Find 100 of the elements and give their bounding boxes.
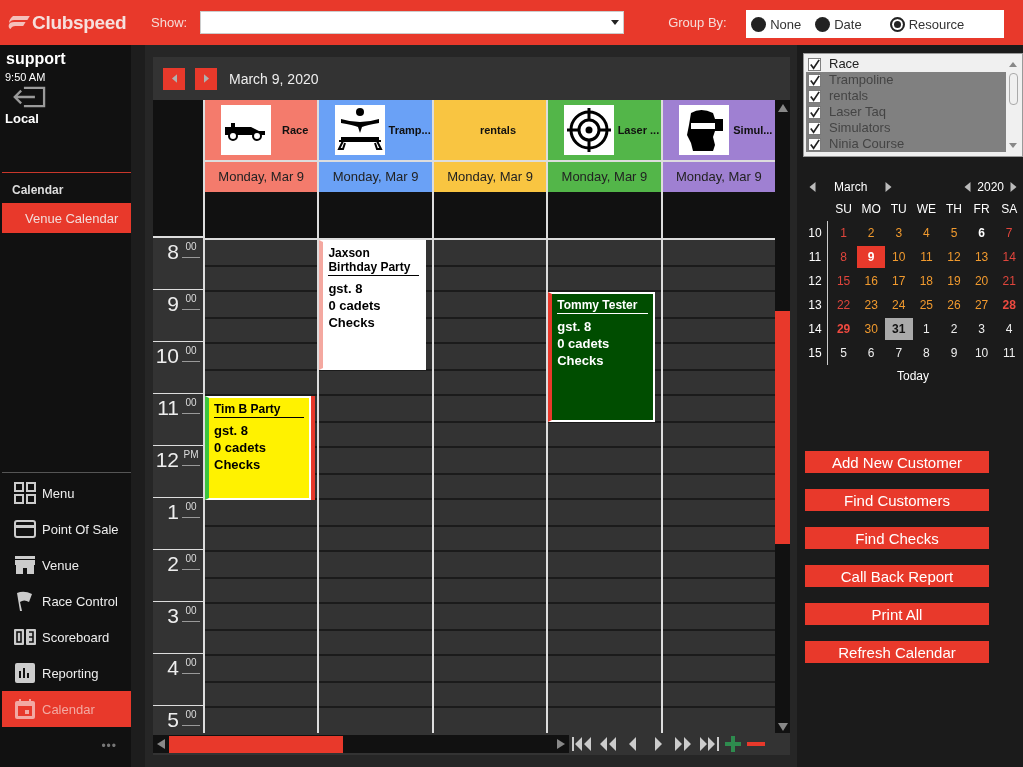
calendar-day[interactable]: 8 bbox=[912, 342, 941, 364]
resource-header[interactable]: Laser ... bbox=[548, 100, 661, 162]
event-card[interactable]: Tim B Party gst. 8 0 cadets Checks bbox=[205, 396, 312, 500]
group-radio[interactable]: Resource bbox=[889, 16, 965, 32]
resource-header[interactable]: Simul... bbox=[662, 100, 776, 162]
calendar-day[interactable]: 6 bbox=[967, 222, 996, 244]
calendar-day[interactable]: 7 bbox=[995, 222, 1023, 244]
calendar-day[interactable]: 24 bbox=[885, 294, 913, 316]
calendar-day[interactable]: 13 bbox=[967, 246, 996, 268]
scroll-up-icon[interactable] bbox=[1009, 62, 1017, 67]
fast-forward-icon[interactable] bbox=[672, 736, 694, 752]
group-radio[interactable]: Date bbox=[815, 16, 862, 32]
nav-item[interactable]: Point Of Sale bbox=[2, 511, 131, 547]
calendar-day[interactable]: 16 bbox=[857, 270, 885, 292]
next-month-icon[interactable] bbox=[885, 182, 893, 192]
calendar-day[interactable]: 3 bbox=[885, 222, 913, 244]
calendar-day[interactable]: 5 bbox=[829, 342, 858, 364]
previous-year-icon[interactable] bbox=[964, 182, 972, 192]
calendar-day[interactable]: 1 bbox=[912, 318, 941, 340]
minute-label: 00 bbox=[182, 396, 200, 414]
resource-header[interactable]: Tramp... bbox=[319, 100, 432, 162]
calendar-day[interactable]: 12 bbox=[940, 246, 968, 268]
action-button[interactable]: Find Customers bbox=[805, 489, 989, 511]
checkbox[interactable] bbox=[808, 137, 821, 151]
calendar-day[interactable]: 11 bbox=[995, 342, 1023, 364]
calendar-day[interactable]: 11 bbox=[912, 246, 941, 268]
calendar-day[interactable]: 22 bbox=[829, 294, 858, 316]
calendar-day[interactable]: 9 bbox=[940, 342, 968, 364]
scroll-left-icon[interactable] bbox=[157, 739, 165, 749]
resource-header[interactable]: rentals bbox=[433, 100, 547, 162]
plus-icon[interactable] bbox=[724, 735, 742, 753]
calendar-day[interactable]: 10 bbox=[885, 246, 913, 268]
calendar-day[interactable]: 31 bbox=[885, 318, 913, 340]
checkbox[interactable] bbox=[808, 89, 821, 103]
nav-item[interactable]: Race Control bbox=[2, 583, 131, 619]
checkbox[interactable] bbox=[808, 57, 821, 71]
calendar-day[interactable]: 26 bbox=[940, 294, 968, 316]
checkbox[interactable] bbox=[808, 121, 821, 135]
previous-month-icon[interactable] bbox=[809, 182, 816, 192]
scroll-right-icon[interactable] bbox=[557, 739, 565, 749]
calendar-day[interactable]: 17 bbox=[885, 270, 913, 292]
calendar-day[interactable]: 2 bbox=[940, 318, 968, 340]
event-card[interactable]: Jaxson Birthday Party gst. 8 0 cadets Checks bbox=[319, 240, 426, 370]
nav-item[interactable]: Menu bbox=[2, 475, 131, 511]
calendar-day[interactable]: 27 bbox=[967, 294, 996, 316]
calendar-day[interactable]: 1 bbox=[829, 222, 858, 244]
calendar-day[interactable]: 8 bbox=[829, 246, 858, 268]
more-button[interactable]: ••• bbox=[0, 727, 131, 767]
calendar-day[interactable]: 23 bbox=[857, 294, 885, 316]
horizontal-scrollbar[interactable] bbox=[153, 735, 569, 753]
calendar-day[interactable]: 25 bbox=[912, 294, 941, 316]
action-button[interactable]: Call Back Report bbox=[805, 565, 989, 587]
resource-name: Tramp... bbox=[387, 124, 432, 136]
first-icon[interactable] bbox=[572, 736, 594, 752]
action-button[interactable]: Find Checks bbox=[805, 527, 989, 549]
checkbox[interactable] bbox=[808, 73, 821, 87]
today-button[interactable]: Today bbox=[803, 369, 1023, 383]
calendar-day[interactable]: 21 bbox=[995, 270, 1023, 292]
nav-item[interactable]: Venue bbox=[2, 547, 131, 583]
scrollbar-thumb[interactable] bbox=[1008, 73, 1018, 105]
calendar-day[interactable]: 4 bbox=[995, 318, 1023, 340]
nav-item[interactable]: Scoreboard bbox=[2, 619, 131, 655]
action-button[interactable]: Add New Customer bbox=[805, 451, 989, 473]
calendar-day[interactable]: 6 bbox=[857, 342, 885, 364]
minute-label: 00 bbox=[182, 500, 200, 518]
calendar-day[interactable]: 20 bbox=[967, 270, 996, 292]
calendar-day[interactable]: 4 bbox=[912, 222, 941, 244]
calendar-day[interactable]: 3 bbox=[967, 318, 996, 340]
calendar-day[interactable]: 15 bbox=[829, 270, 858, 292]
column-date: Monday, Mar 9 bbox=[205, 162, 318, 192]
nav-item[interactable]: Reporting bbox=[2, 655, 131, 691]
calendar-day[interactable]: 29 bbox=[829, 318, 858, 340]
resource-header[interactable]: Race bbox=[205, 100, 318, 162]
calendar-day[interactable]: 5 bbox=[940, 222, 968, 244]
scroll-down-icon[interactable] bbox=[1009, 143, 1017, 148]
group-radio[interactable]: None bbox=[751, 16, 802, 32]
resource-name: Simul... bbox=[732, 124, 774, 136]
previous-day-button[interactable] bbox=[163, 67, 185, 90]
checkbox[interactable] bbox=[808, 105, 821, 119]
next-day-button[interactable] bbox=[195, 67, 217, 90]
resource-list-item[interactable]: Race bbox=[806, 56, 1006, 72]
hour-label: 5 bbox=[167, 708, 179, 733]
calendar-day[interactable]: 14 bbox=[995, 246, 1023, 268]
action-button[interactable]: Print All bbox=[805, 603, 989, 625]
calendar-day[interactable]: 7 bbox=[885, 342, 913, 364]
next-year-icon[interactable] bbox=[1010, 182, 1017, 192]
calendar-day[interactable]: 28 bbox=[995, 294, 1023, 316]
calendar-day[interactable]: 2 bbox=[857, 222, 885, 244]
chart-icon bbox=[14, 662, 36, 684]
calendar-day[interactable]: 30 bbox=[857, 318, 885, 340]
event-detail: gst. 8 bbox=[214, 422, 249, 439]
calendar-day[interactable]: 9 bbox=[857, 246, 885, 268]
hour-label: 10 bbox=[155, 344, 179, 369]
last-icon[interactable] bbox=[697, 736, 719, 752]
calendar-day[interactable]: 10 bbox=[967, 342, 996, 364]
calendar-day[interactable]: 18 bbox=[912, 270, 941, 292]
calendar-day[interactable]: 19 bbox=[940, 270, 968, 292]
event-card[interactable]: Tommy Tester gst. 8 0 cadets Checks bbox=[548, 292, 655, 422]
group-by-label: Group By: bbox=[668, 15, 728, 30]
action-button[interactable]: Refresh Calendar bbox=[805, 641, 989, 663]
